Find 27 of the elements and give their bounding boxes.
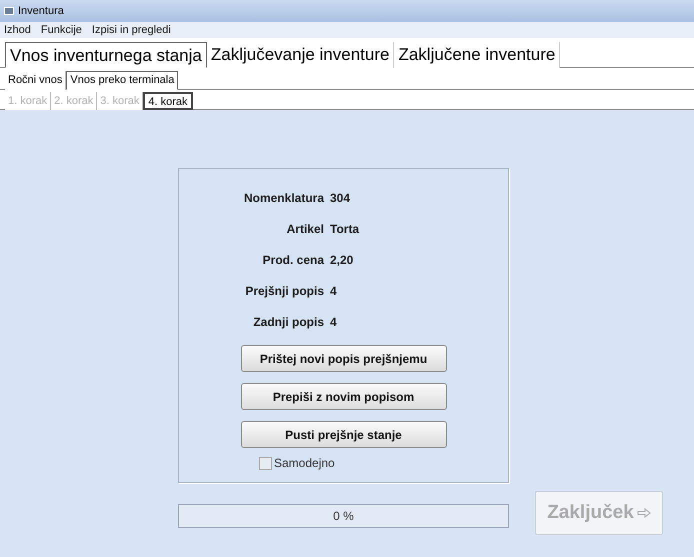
action-button[interactable]: Prepiši z novim popisom [240, 383, 446, 410]
menu-item[interactable]: Funkcije [40, 22, 82, 38]
tab[interactable]: Ročni vnos [5, 71, 66, 90]
field-value: 4 [330, 283, 338, 300]
app-icon [4, 7, 14, 15]
tab[interactable]: Vnos inventurnega stanja [5, 42, 207, 68]
field-label: Zadnji popis [252, 314, 324, 331]
menu-item[interactable]: Izhod [4, 22, 31, 38]
field-value: 304 [330, 190, 352, 207]
action-button[interactable]: Pusti prejšnje stanje [240, 421, 446, 448]
field-value: 4 [330, 314, 338, 331]
field-value: 2,20 [330, 252, 354, 269]
field-label: Prod. cena [262, 252, 324, 269]
progress-reading: 0 % [332, 508, 355, 525]
menu-item[interactable]: Izpisi in pregledi [92, 22, 171, 38]
arrow-icon [636, 508, 651, 518]
field-label: Artikel [286, 221, 324, 238]
tab[interactable]: Vnos preko terminala [66, 71, 178, 90]
field-label: Nomenklatura [242, 190, 324, 207]
tab[interactable]: Zaključevanje inventure [206, 42, 394, 68]
auto-checkbox[interactable]: Samodejno [259, 454, 335, 472]
window-title: Inventura [18, 4, 64, 19]
tab[interactable]: Zaključene inventure [394, 42, 560, 68]
field-label: Prejšnji popis [244, 283, 324, 300]
field-value: Torta [330, 221, 360, 238]
action-button[interactable]: Prištej novi popis prejšnjemu [240, 345, 446, 372]
tab[interactable]: 4. korak [143, 92, 193, 110]
